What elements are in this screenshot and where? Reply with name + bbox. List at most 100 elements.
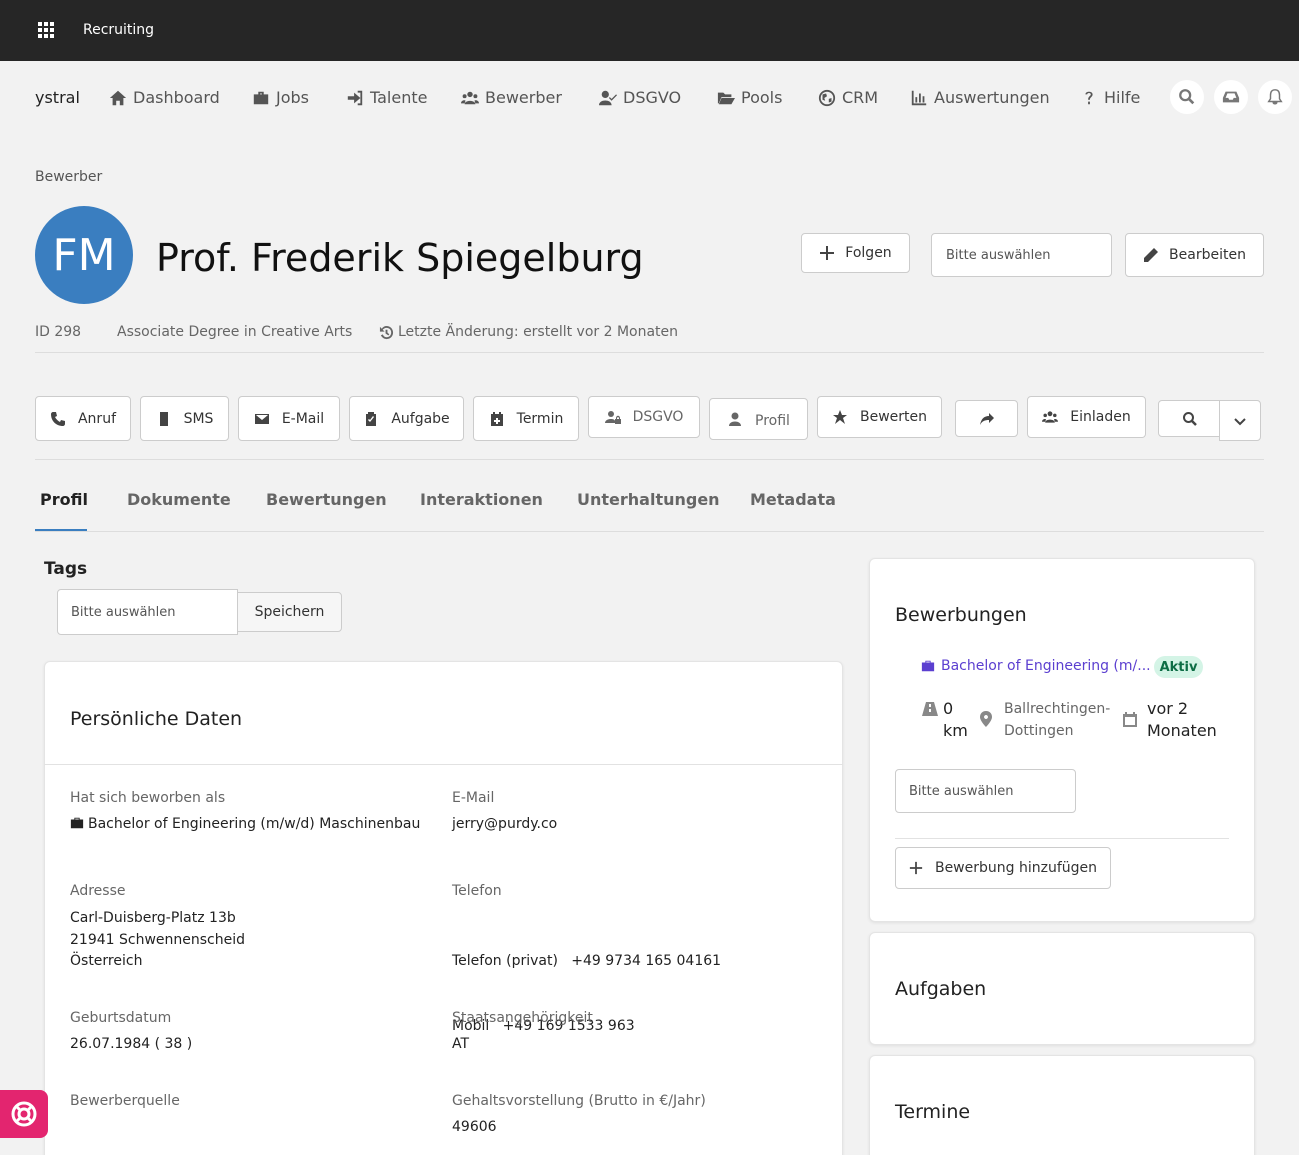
salary-label: Gehaltsvorstellung (Brutto in €/Jahr) xyxy=(452,1093,706,1109)
last-change-text: Letzte Änderung: erstellt vor 2 Monaten xyxy=(398,324,679,340)
user-check-icon xyxy=(599,90,617,105)
gdpr-button[interactable]: DSGVO xyxy=(588,396,700,438)
tags-select[interactable]: Bitte auswählen xyxy=(57,589,238,635)
help-button[interactable] xyxy=(0,1090,48,1138)
nav-label: Pools xyxy=(741,88,783,107)
profile-button[interactable]: Profil xyxy=(709,398,808,440)
nationality-value: AT xyxy=(452,1036,470,1052)
app-grid-icon[interactable] xyxy=(38,22,54,38)
briefcase-icon xyxy=(253,91,269,104)
breadcrumb[interactable]: Bewerber xyxy=(35,169,102,185)
applications-title: Bewerbungen xyxy=(895,604,1027,626)
location-line: Ballrechtingen- xyxy=(1004,701,1111,717)
email-value[interactable]: jerry@purdy.co xyxy=(452,814,557,836)
call-button[interactable]: Anruf xyxy=(35,396,131,441)
address-line: Österreich xyxy=(70,953,143,969)
email-button[interactable]: E-Mail xyxy=(238,396,340,441)
invite-label: Einladen xyxy=(1070,409,1131,425)
tab-profil[interactable]: Profil xyxy=(40,490,88,509)
address-label: Adresse xyxy=(70,883,126,899)
nav-label: Auswertungen xyxy=(934,88,1050,107)
card-divider xyxy=(895,838,1229,839)
tasks-title: Aufgaben xyxy=(895,978,987,1000)
status-badge: Aktiv xyxy=(1154,656,1203,678)
application-status-select[interactable]: Bitte auswählen xyxy=(895,769,1076,813)
home-icon xyxy=(109,90,127,105)
tags-title: Tags xyxy=(44,559,88,579)
users-icon xyxy=(461,91,479,104)
calendar-plus-icon xyxy=(490,411,503,426)
add-application-label: Bewerbung hinzufügen xyxy=(934,860,1098,876)
mobile-icon xyxy=(159,411,168,426)
rate-button[interactable]: Bewerten xyxy=(817,396,942,438)
call-label: Anruf xyxy=(77,410,116,427)
follow-button[interactable]: Folgen xyxy=(801,233,910,273)
gdpr-label: DSGVO xyxy=(632,409,684,425)
application-job-link[interactable]: Bachelor of Engineering (m/... xyxy=(921,658,1151,674)
last-change: Letzte Änderung: erstellt vor 2 Monaten xyxy=(379,324,678,340)
sms-button[interactable]: SMS xyxy=(140,396,229,441)
nav-item-talente[interactable]: Talente xyxy=(346,88,427,107)
share-icon xyxy=(979,412,994,425)
applied-as-value[interactable]: Bachelor of Engineering (m/w/d) Maschine… xyxy=(70,814,420,836)
distance-value: 0 xyxy=(943,699,954,718)
map-marker-icon xyxy=(980,711,992,727)
nav-item-dashboard[interactable]: Dashboard xyxy=(109,88,220,107)
nav-label: Jobs xyxy=(276,88,309,107)
plus-icon xyxy=(820,246,835,260)
tab-metadata[interactable]: Metadata xyxy=(750,490,836,509)
invite-button[interactable]: Einladen xyxy=(1027,396,1146,438)
birthdate-value: 26.07.1984 ( 38 ) xyxy=(70,1036,193,1052)
app-title[interactable]: Recruiting xyxy=(83,22,154,38)
folder-open-icon xyxy=(717,92,735,104)
tab-dokumente[interactable]: Dokumente xyxy=(127,490,231,509)
nav-item-jobs[interactable]: Jobs xyxy=(252,88,309,107)
nav-item-dsgvo[interactable]: DSGVO xyxy=(599,88,681,107)
nav-item-hilfe[interactable]: Hilfe xyxy=(1080,88,1140,107)
nav-inbox-button[interactable] xyxy=(1214,80,1248,114)
nav-label: DSGVO xyxy=(623,88,682,107)
nav-search-button[interactable] xyxy=(1170,80,1204,114)
task-button[interactable]: Aufgabe xyxy=(349,396,464,441)
more-actions-dropdown[interactable] xyxy=(1219,400,1261,441)
users-icon xyxy=(1042,411,1059,423)
candidate-id: ID 298 xyxy=(35,324,82,340)
search-profile-button[interactable] xyxy=(1158,400,1221,437)
date-line: vor 2 xyxy=(1147,699,1189,718)
phone-line-private[interactable]: Telefon (privat) +49 9734 165 04161 xyxy=(452,951,721,973)
tab-bewertungen[interactable]: Bewertungen xyxy=(266,490,387,509)
brand-name[interactable]: ystral xyxy=(35,88,80,107)
plus-icon xyxy=(909,861,923,875)
date-line: Monaten xyxy=(1147,721,1217,740)
phone-label: Telefon xyxy=(452,883,502,899)
appointment-button[interactable]: Termin xyxy=(473,396,579,441)
bell-icon xyxy=(1267,89,1283,105)
tags-save-button[interactable]: Speichern xyxy=(237,592,342,632)
nav-item-pools[interactable]: Pools xyxy=(717,88,782,107)
address-value: Carl-Duisberg-Platz 13b 21941 Schwennens… xyxy=(70,908,245,973)
nationality-label: Staatsangehörigkeit xyxy=(452,1010,593,1026)
applied-as-label: Hat sich beworben als xyxy=(70,790,226,806)
nav-item-bewerber[interactable]: Bewerber xyxy=(461,88,562,107)
rate-label: Bewerten xyxy=(859,409,927,425)
email-label: E-Mail xyxy=(281,410,325,427)
birthdate-label: Geburtsdatum xyxy=(70,1010,172,1026)
tab-unterhaltungen[interactable]: Unterhaltungen xyxy=(577,490,720,509)
status-select[interactable]: Bitte auswählen xyxy=(931,233,1112,277)
distance: 0 km xyxy=(943,698,968,742)
source-label: Bewerberquelle xyxy=(70,1093,180,1109)
tab-interaktionen[interactable]: Interaktionen xyxy=(420,490,543,509)
nav-item-crm[interactable]: CRM xyxy=(818,88,878,107)
sms-label: SMS xyxy=(183,410,214,427)
nav-item-auswertungen[interactable]: Auswertungen xyxy=(910,88,1050,107)
applied-as-text: Bachelor of Engineering (m/w/d) Maschine… xyxy=(88,816,421,832)
divider xyxy=(35,459,1264,460)
add-application-button[interactable]: Bewerbung hinzufügen xyxy=(895,847,1111,889)
address-line: Carl-Duisberg-Platz 13b xyxy=(70,910,236,926)
card-divider xyxy=(44,764,843,765)
history-icon xyxy=(379,325,394,339)
share-button[interactable] xyxy=(955,400,1018,437)
nav-label: Talente xyxy=(370,88,428,107)
nav-notifications-button[interactable] xyxy=(1258,80,1292,114)
edit-button[interactable]: Bearbeiten xyxy=(1125,233,1264,277)
